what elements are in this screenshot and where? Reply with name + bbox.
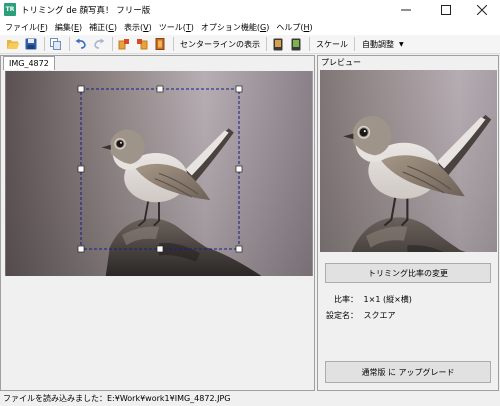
toolbar-separator bbox=[112, 37, 113, 51]
change-ratio-button[interactable]: トリミング比率の変更 bbox=[325, 263, 491, 283]
phone-landscape-icon bbox=[291, 38, 301, 50]
menu-view[interactable]: 表示(V) bbox=[124, 22, 152, 33]
toolbar: センターラインの表示 スケール 自動調整 ▼ bbox=[0, 35, 500, 54]
close-button[interactable] bbox=[462, 0, 500, 20]
crop-handle[interactable] bbox=[235, 85, 243, 93]
rotate-left-button[interactable] bbox=[116, 36, 132, 52]
setting-label: 設定名： bbox=[326, 311, 358, 320]
crop-handle[interactable] bbox=[235, 245, 243, 253]
copy-icon bbox=[50, 38, 61, 50]
centerline-toggle[interactable]: センターラインの表示 bbox=[177, 39, 263, 50]
redo-icon bbox=[94, 38, 105, 49]
copy-button[interactable] bbox=[48, 36, 64, 52]
undo-icon bbox=[75, 38, 86, 49]
crop-handle[interactable] bbox=[77, 85, 85, 93]
ratio-value: 1×1 (縦×横) bbox=[363, 295, 412, 304]
save-button[interactable] bbox=[23, 36, 39, 52]
redo-button[interactable] bbox=[91, 36, 107, 52]
menu-file[interactable]: ファイル(F) bbox=[5, 22, 48, 33]
maximize-button[interactable] bbox=[426, 0, 466, 20]
folder-open-icon bbox=[7, 40, 20, 49]
rotate-right-button[interactable] bbox=[134, 36, 150, 52]
crop-handle[interactable] bbox=[77, 165, 85, 173]
minimize-button[interactable] bbox=[386, 0, 426, 20]
rotate-right-icon bbox=[137, 39, 148, 50]
crop-handle[interactable] bbox=[77, 245, 85, 253]
phone-portrait-button[interactable] bbox=[270, 36, 286, 52]
auto-adjust-dropdown[interactable]: 自動調整 ▼ bbox=[358, 38, 407, 51]
crop-handle[interactable] bbox=[156, 245, 164, 253]
minimize-icon bbox=[401, 9, 411, 11]
status-bar: ファイルを読み込みました：E:¥Work¥work1¥IMG_4872.JPG bbox=[0, 392, 500, 406]
toolbar-separator bbox=[354, 37, 355, 51]
toolbar-separator bbox=[44, 37, 45, 51]
rotate-left-icon bbox=[118, 39, 129, 50]
flip-icon bbox=[155, 38, 165, 50]
image-panel-empty-area bbox=[5, 277, 313, 389]
phone-portrait-icon bbox=[273, 38, 283, 50]
save-icon bbox=[25, 38, 37, 50]
bird-photo bbox=[5, 71, 313, 276]
open-folder-button[interactable] bbox=[5, 36, 21, 52]
menu-options[interactable]: オプション機能(G) bbox=[201, 22, 269, 33]
menu-edit[interactable]: 編集(E) bbox=[55, 22, 82, 33]
undo-button[interactable] bbox=[73, 36, 89, 52]
image-panel: IMG_4872 bbox=[0, 55, 315, 391]
phone-landscape-button[interactable] bbox=[288, 36, 304, 52]
setting-value: スクエア bbox=[363, 311, 396, 320]
menu-correct[interactable]: 補正(C) bbox=[89, 22, 117, 33]
ratio-label: 比率： bbox=[334, 295, 358, 304]
upgrade-button[interactable]: 通常版 に アップグレード bbox=[325, 361, 491, 383]
app-icon: TR bbox=[4, 3, 16, 16]
flip-button[interactable] bbox=[152, 36, 168, 52]
tab-image-file[interactable]: IMG_4872 bbox=[3, 56, 55, 70]
chevron-down-icon: ▼ bbox=[399, 40, 404, 48]
menu-help[interactable]: ヘルプ(H) bbox=[276, 22, 312, 33]
title-bar: TR トリミング de 顔写真！ フリー版 bbox=[0, 0, 500, 20]
preview-panel: プレビュー トリミング比率の変更 比率： 1×1 (縦×横) 設定名： スクエア… bbox=[317, 55, 499, 391]
scale-toggle[interactable]: スケール bbox=[313, 39, 351, 50]
setting-row: 設定名： スクエア bbox=[326, 310, 396, 321]
crop-handle[interactable] bbox=[235, 165, 243, 173]
ratio-row: 比率： 1×1 (縦×横) bbox=[334, 294, 412, 305]
close-icon bbox=[477, 5, 487, 15]
preview-title: プレビュー bbox=[321, 58, 361, 67]
toolbar-separator bbox=[69, 37, 70, 51]
auto-adjust-label: 自動調整 bbox=[362, 39, 394, 49]
preview-bird-photo bbox=[320, 70, 497, 252]
toolbar-separator bbox=[173, 37, 174, 51]
preview-image bbox=[320, 70, 497, 252]
window-title: トリミング de 顔写真！ フリー版 bbox=[21, 6, 151, 16]
image-canvas[interactable] bbox=[5, 71, 313, 276]
toolbar-separator bbox=[266, 37, 267, 51]
maximize-icon bbox=[441, 5, 451, 15]
toolbar-separator bbox=[309, 37, 310, 51]
crop-handle[interactable] bbox=[156, 85, 164, 93]
menu-tools[interactable]: ツール(T) bbox=[159, 22, 194, 33]
menu-bar: ファイル(F) 編集(E) 補正(C) 表示(V) ツール(T) オプション機能… bbox=[0, 20, 500, 35]
